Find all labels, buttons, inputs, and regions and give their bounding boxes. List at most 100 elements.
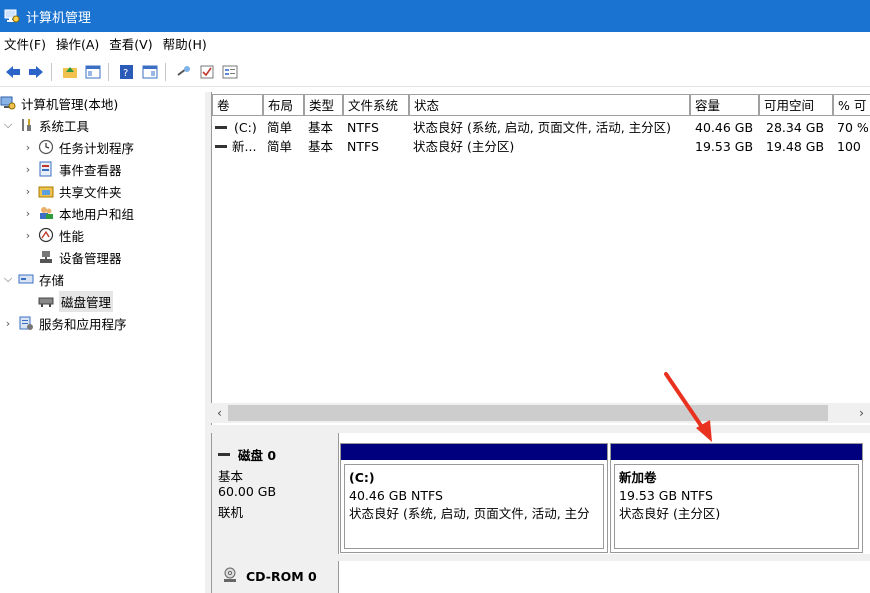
column-header-percent-free[interactable]: % 可 [833, 94, 870, 116]
chevron-right-icon[interactable]: › [22, 163, 34, 176]
volume-percent-free: 70 % [837, 120, 869, 135]
shared-folder-icon [38, 183, 54, 199]
chevron-down-icon[interactable]: ⌵ [2, 272, 14, 286]
tree-label: 任务计划程序 [59, 140, 135, 156]
column-header-type[interactable]: 类型 [304, 94, 343, 116]
disk-0-info[interactable]: 磁盘 0 基本 60.00 GB 联机 [212, 433, 339, 554]
chevron-right-icon[interactable]: › [22, 185, 34, 198]
scroll-thumb[interactable] [228, 405, 828, 421]
cdrom-name: CD-ROM 0 [246, 569, 317, 584]
partition-c[interactable]: (C:) 40.46 GB NTFS 状态良好 (系统, 启动, 页面文件, 活… [340, 443, 608, 553]
volume-layout: 简单 [267, 120, 293, 135]
tree-label: 性能 [59, 228, 85, 244]
volume-capacity: 40.46 GB [695, 120, 754, 135]
toolbar-separator [51, 63, 52, 81]
partition-bar [611, 444, 862, 460]
chevron-right-icon[interactable]: › [22, 207, 34, 220]
annotation-arrow-icon [664, 372, 712, 442]
tree-item-storage[interactable]: ⌵ 存储 [2, 268, 64, 290]
disk-0-size: 60.00 GB [218, 484, 277, 499]
disk-0-name: 磁盘 0 [238, 448, 277, 463]
tree-item-computer-management[interactable]: 计算机管理(本地) [0, 92, 118, 114]
back-arrow-icon[interactable] [3, 62, 23, 82]
tree-item-task-scheduler[interactable]: › 任务计划程序 [22, 136, 134, 158]
cdrom-icon [222, 567, 238, 586]
column-header-filesystem[interactable]: 文件系统 [343, 94, 409, 116]
pane-divider[interactable] [211, 425, 870, 433]
scroll-left-icon[interactable]: ‹ [211, 403, 228, 423]
svg-text:?: ? [123, 68, 128, 79]
tree-item-performance[interactable]: › 性能 [22, 224, 84, 246]
clock-icon [38, 139, 54, 155]
disk-icon [218, 453, 230, 456]
volume-name: 新... [232, 139, 257, 154]
partition-new-volume[interactable]: 新加卷 19.53 GB NTFS 状态良好 (主分区) [610, 443, 863, 553]
partition-details: (C:) 40.46 GB NTFS 状态良好 (系统, 启动, 页面文件, 活… [344, 464, 604, 549]
help-icon[interactable]: ? [117, 62, 137, 82]
volume-list: 卷 布局 类型 文件系统 状态 容量 可用空间 % 可 (C:) 简单 基本 N… [211, 92, 870, 425]
disk-graphical-view: 磁盘 0 基本 60.00 GB 联机 (C:) 40.46 GB NTFS 状… [211, 433, 870, 593]
window-title: 计算机管理 [26, 10, 92, 26]
toolbar-separator [108, 63, 109, 81]
tree-item-event-viewer[interactable]: › 事件查看器 [22, 158, 122, 180]
column-header-layout[interactable]: 布局 [263, 94, 304, 116]
partition-status: 状态良好 (主分区) [619, 506, 721, 521]
checkbox-properties-icon[interactable] [197, 62, 217, 82]
tree-item-disk-management[interactable]: 磁盘管理 [34, 290, 114, 312]
performance-icon [38, 227, 54, 243]
connect-icon[interactable] [174, 62, 194, 82]
computer-management-icon [0, 95, 16, 111]
horizontal-scrollbar[interactable]: ‹ › [211, 403, 870, 423]
volume-percent-free: 100 [837, 139, 861, 154]
menu-view[interactable]: 查看(V) [105, 32, 158, 58]
title-bar: 计算机管理 [0, 0, 870, 32]
console-tree: 计算机管理(本地) ⌵ 系统工具 › 任务计划程序 › 事件查看器 › 共享文件… [0, 92, 205, 593]
column-header-volume[interactable]: 卷 [212, 94, 263, 116]
menu-bar: 文件(F) 操作(A) 查看(V) 帮助(H) [0, 32, 870, 58]
disk-management-icon [38, 293, 54, 309]
scroll-right-icon[interactable]: › [853, 403, 870, 423]
chevron-right-icon[interactable]: › [2, 317, 14, 330]
tree-item-system-tools[interactable]: ⌵ 系统工具 [2, 114, 89, 136]
partition-size: 40.46 GB NTFS [349, 488, 443, 503]
action-pane-icon[interactable] [140, 62, 160, 82]
column-header-free-space[interactable]: 可用空间 [759, 94, 833, 116]
users-icon [38, 205, 54, 221]
up-folder-icon[interactable] [60, 62, 80, 82]
volume-filesystem: NTFS [347, 139, 379, 154]
chevron-right-icon[interactable]: › [22, 141, 34, 154]
console-tree-icon[interactable] [83, 62, 103, 82]
disk-separator [212, 554, 870, 561]
tree-item-services-apps[interactable]: › 服务和应用程序 [2, 312, 127, 334]
services-icon [18, 315, 34, 331]
partition-status: 状态良好 (系统, 启动, 页面文件, 活动, 主分 [349, 506, 590, 521]
volume-free-space: 19.48 GB [766, 139, 825, 154]
tree-label: 存储 [39, 272, 65, 288]
menu-file[interactable]: 文件(F) [0, 32, 52, 58]
tree-item-local-users[interactable]: › 本地用户和组 [22, 202, 134, 224]
volume-drive-icon [215, 118, 227, 137]
tree-item-device-manager[interactable]: 设备管理器 [34, 246, 122, 268]
cdrom-0-info[interactable]: CD-ROM 0 [212, 561, 339, 593]
chevron-down-icon[interactable]: ⌵ [2, 118, 14, 132]
volume-layout: 简单 [267, 139, 293, 154]
toolbar: ? [0, 58, 870, 87]
menu-action[interactable]: 操作(A) [52, 32, 105, 58]
list-view-icon[interactable] [220, 62, 240, 82]
chevron-right-icon[interactable]: › [22, 229, 34, 242]
partition-name: 新加卷 [619, 470, 657, 485]
toolbar-separator [165, 63, 166, 81]
tree-item-shared-folders[interactable]: › 共享文件夹 [22, 180, 122, 202]
column-header-capacity[interactable]: 容量 [690, 94, 759, 116]
disk-0-kind: 基本 [218, 469, 244, 484]
device-manager-icon [38, 249, 54, 265]
volume-filesystem: NTFS [347, 120, 379, 135]
forward-arrow-icon[interactable] [26, 62, 46, 82]
volume-type: 基本 [308, 139, 334, 154]
column-header-status[interactable]: 状态 [409, 94, 690, 116]
tree-label: 本地用户和组 [59, 206, 135, 222]
partition-name: (C:) [349, 470, 375, 485]
partition-bar [341, 444, 607, 460]
menu-help[interactable]: 帮助(H) [159, 32, 213, 58]
tree-label: 共享文件夹 [59, 184, 122, 200]
